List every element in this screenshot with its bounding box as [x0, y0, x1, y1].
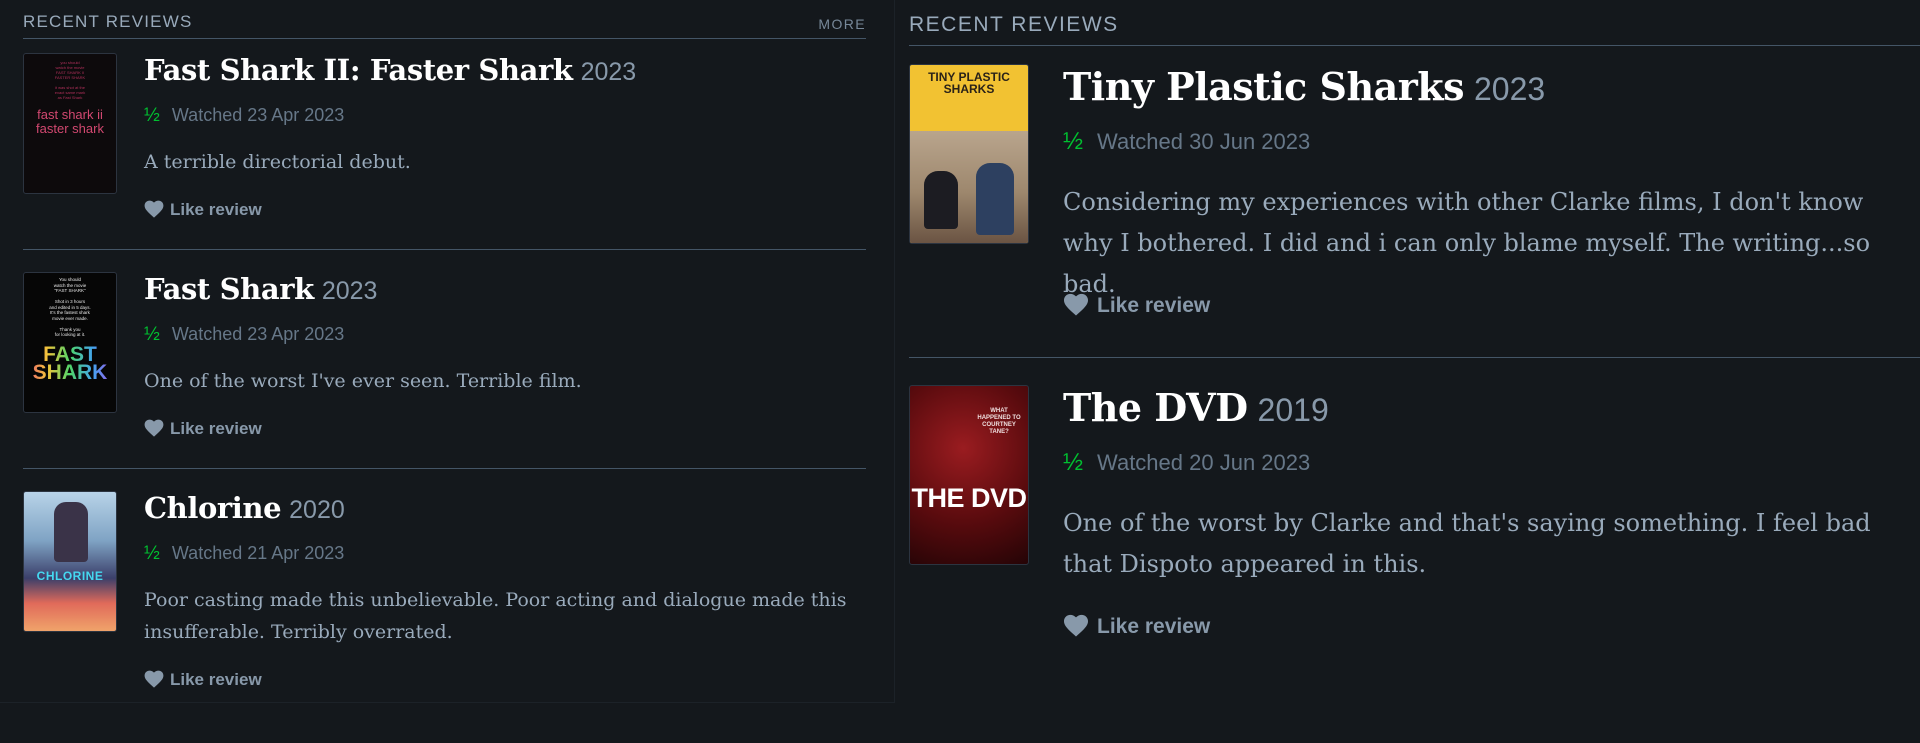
- like-review-button[interactable]: Like review: [144, 670, 262, 690]
- film-poster[interactable]: CHLORINE: [23, 491, 117, 632]
- watched-date[interactable]: Watched 21 Apr 2023: [172, 543, 344, 563]
- heart-icon: [144, 419, 164, 437]
- film-title[interactable]: Tiny Plastic Sharks: [1063, 64, 1464, 109]
- section-header: RECENT REVIEWS MORE: [23, 12, 866, 39]
- rating: ½: [1063, 449, 1084, 476]
- rating: ½: [144, 324, 160, 345]
- film-poster[interactable]: WHAT HAPPENED TO COURTNEY TANE? THE DVD: [909, 385, 1029, 565]
- heart-icon: [144, 200, 164, 218]
- review-text: One of the worst by Clarke and that's sa…: [1063, 509, 1871, 578]
- watched-date[interactable]: Watched 30 Jun 2023: [1097, 129, 1310, 154]
- rating: ½: [144, 543, 160, 564]
- review-item: You should watch the movie "FAST SHARK" Sho…: [23, 272, 866, 469]
- film-title[interactable]: The DVD: [1063, 385, 1248, 430]
- like-review-label: Like review: [1097, 294, 1211, 317]
- film-year[interactable]: 2023: [581, 58, 637, 86]
- more-link[interactable]: MORE: [818, 16, 866, 32]
- section-title: RECENT REVIEWS: [909, 13, 1119, 36]
- heart-icon: [1063, 293, 1089, 316]
- like-review-button[interactable]: Like review: [1063, 614, 1210, 639]
- rating: ½: [144, 105, 160, 126]
- like-review-label: Like review: [170, 670, 262, 689]
- watched-date[interactable]: Watched 23 Apr 2023: [172, 324, 344, 344]
- review-item: CHLORINE Chlorine 2020 ½ Watched 21 Apr 20…: [23, 491, 866, 696]
- review-text: A terrible directorial debut.: [144, 151, 411, 173]
- poster-title: FAST SHARK: [24, 344, 116, 383]
- rating: ½: [1063, 128, 1084, 155]
- film-year[interactable]: 2023: [1474, 71, 1545, 107]
- film-title[interactable]: Fast Shark II: Faster Shark: [144, 53, 573, 87]
- poster-tagline: WHAT HAPPENED TO COURTNEY TANE?: [977, 408, 1021, 435]
- like-review-label: Like review: [170, 419, 262, 438]
- review-text: Considering my experiences with other Cl…: [1063, 188, 1871, 298]
- review-item: WHAT HAPPENED TO COURTNEY TANE? THE DVD …: [909, 385, 1920, 675]
- watched-date[interactable]: Watched 23 Apr 2023: [172, 105, 344, 125]
- section-title: RECENT REVIEWS: [23, 12, 193, 31]
- poster-title: THE DVD: [911, 483, 1027, 513]
- poster-title: TINY PLASTIC SHARKS: [928, 70, 1010, 96]
- like-review-button[interactable]: Like review: [144, 419, 262, 439]
- film-poster[interactable]: TINY PLASTIC SHARKS: [909, 64, 1029, 244]
- film-year[interactable]: 2023: [322, 277, 378, 305]
- like-review-button[interactable]: Like review: [1063, 293, 1210, 318]
- film-poster[interactable]: You should watch the movie "FAST SHARK" Sho…: [23, 272, 117, 413]
- watched-date[interactable]: Watched 20 Jun 2023: [1097, 450, 1310, 475]
- section-header: RECENT REVIEWS: [909, 11, 1920, 46]
- film-title[interactable]: Fast Shark: [144, 272, 314, 306]
- film-year[interactable]: 2020: [289, 496, 345, 524]
- poster-title: CHLORINE: [36, 569, 104, 583]
- like-review-label: Like review: [1097, 615, 1211, 638]
- film-title[interactable]: Chlorine: [144, 491, 282, 525]
- poster-title: fast shark ii faster shark: [36, 107, 104, 136]
- review-text: One of the worst I've ever seen. Terribl…: [144, 370, 582, 392]
- film-poster[interactable]: you should watch the movie FAST SHARK II FA…: [23, 53, 117, 194]
- like-review-button[interactable]: Like review: [144, 200, 262, 220]
- recent-reviews-panel-left: RECENT REVIEWS MORE you should watch the …: [0, 0, 895, 703]
- recent-reviews-panel-right: RECENT REVIEWS TINY PLASTIC SHARKS Tiny …: [895, 0, 1920, 743]
- heart-icon: [1063, 614, 1089, 637]
- like-review-label: Like review: [170, 200, 262, 219]
- heart-icon: [144, 670, 164, 688]
- review-item: you should watch the movie FAST SHARK II FA…: [23, 53, 866, 250]
- review-text: Poor casting made this unbelievable. Poo…: [144, 589, 847, 643]
- film-year[interactable]: 2019: [1258, 392, 1329, 428]
- review-item: TINY PLASTIC SHARKS Tiny Plastic Sharks 2…: [909, 64, 1920, 358]
